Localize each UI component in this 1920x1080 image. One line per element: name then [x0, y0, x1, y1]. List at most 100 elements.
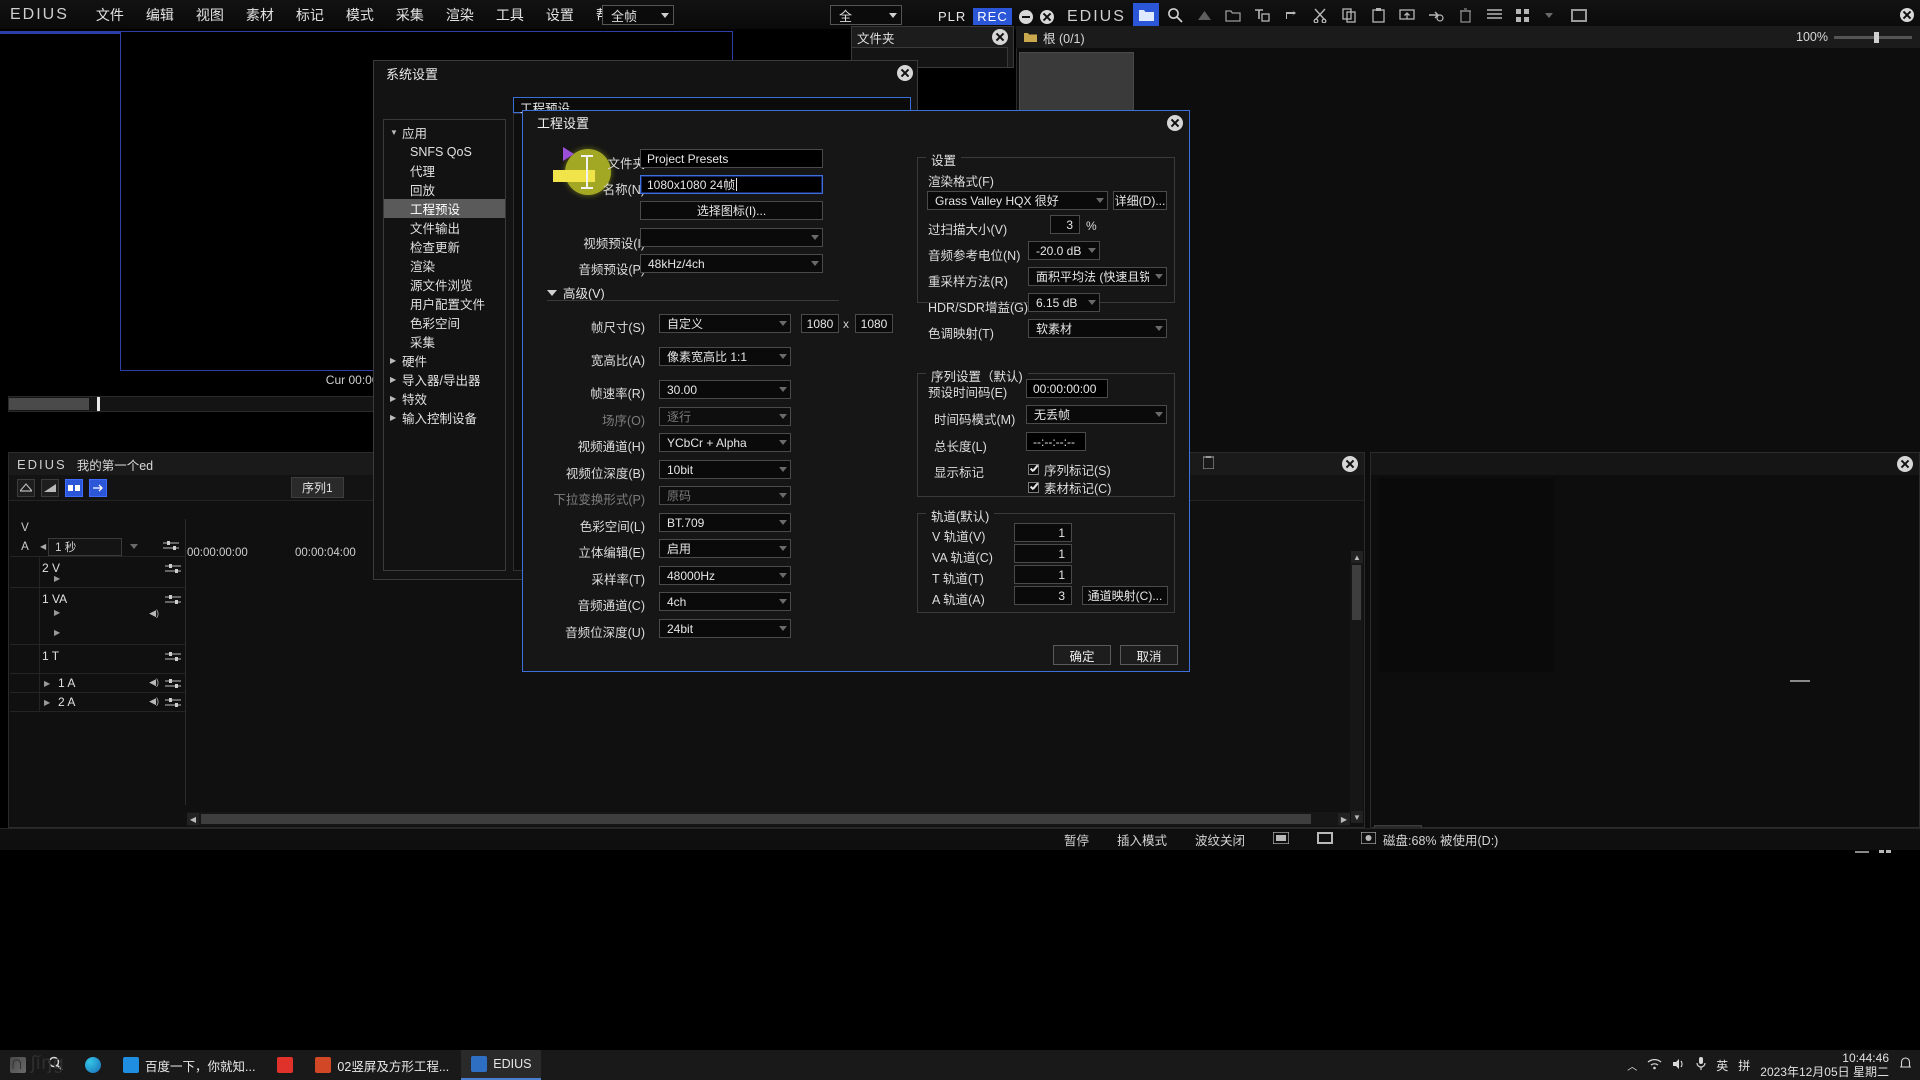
app-close-button[interactable] — [1900, 8, 1914, 22]
sequence-marker-checkbox[interactable]: 序列标记(S) — [1028, 460, 1111, 479]
channel-map-button[interactable]: 通道映射(C)... — [1082, 586, 1168, 605]
ok-button[interactable]: 确定 — [1053, 645, 1111, 665]
speaker-icon[interactable]: ◀) — [149, 677, 159, 688]
chevron-right-icon[interactable]: ▶ — [44, 679, 50, 688]
up-arrow-icon[interactable] — [1191, 3, 1217, 27]
menu-render[interactable]: 渲染 — [435, 0, 485, 30]
video-bitdepth-select[interactable]: 10bit — [659, 460, 791, 479]
tone-mapping-select[interactable]: 软素材 — [1028, 319, 1167, 338]
speaker-icon[interactable]: ◀) — [149, 696, 159, 707]
bin-thumbnail[interactable] — [1019, 52, 1134, 117]
scroll-right-arrow[interactable]: ▶ — [1338, 813, 1350, 825]
chevron-right-icon[interactable]: ▶ — [390, 413, 402, 422]
va-track-input[interactable]: 1 — [1014, 544, 1072, 563]
chevron-right-icon[interactable]: ▶ — [54, 574, 60, 583]
hdr-sdr-gain-select[interactable]: 6.15 dB — [1028, 293, 1100, 312]
chevron-right-icon[interactable]: ▶ — [390, 375, 402, 384]
grid-view-icon[interactable] — [1510, 3, 1536, 27]
a-track-input[interactable]: 3 — [1014, 586, 1072, 605]
track-row-2a[interactable]: ▶ 2 A ◀) — [10, 693, 185, 712]
bin-zoom-slider[interactable] — [1834, 31, 1912, 43]
choose-icon-button[interactable]: 选择图标(I)... — [640, 201, 823, 220]
track-row-2v[interactable]: 2 V ▶ — [10, 557, 185, 588]
tree-item-project-preset[interactable]: 工程预设 — [384, 199, 505, 218]
external-monitor-icon[interactable] — [1303, 832, 1347, 847]
resample-method-select[interactable]: 面积平均法 (快速且锐利) — [1028, 267, 1167, 286]
sample-rate-select[interactable]: 48000Hz — [659, 566, 791, 585]
export-icon[interactable] — [1394, 3, 1420, 27]
rec-label[interactable]: REC — [973, 8, 1012, 25]
aspect-ratio-select[interactable]: 像素宽高比 1:1 — [659, 347, 791, 366]
video-channel-select[interactable]: YCbCr + Alpha — [659, 433, 791, 452]
chevron-right-icon[interactable]: ▶ — [44, 698, 50, 707]
cancel-button[interactable]: 取消 — [1120, 645, 1178, 665]
scroll-left-arrow[interactable]: ◀ — [187, 813, 199, 825]
preset-timecode-input[interactable]: 00:00:00:00 — [1026, 379, 1108, 398]
menu-tools[interactable]: 工具 — [485, 0, 535, 30]
chevron-right-icon[interactable]: ▶ — [54, 628, 60, 637]
folder-icon[interactable] — [1133, 3, 1159, 27]
timeline-close-button[interactable] — [1342, 456, 1358, 472]
minimize-round-button[interactable] — [1018, 9, 1033, 24]
tree-item-hardware[interactable]: ▶ 硬件 — [384, 351, 505, 370]
ime-mode[interactable]: 拼 — [1738, 1057, 1750, 1074]
color-space-select[interactable]: BT.709 — [659, 513, 791, 532]
chevron-right-icon[interactable]: ▶ — [54, 608, 60, 617]
tree-item-effects[interactable]: ▶ 特效 — [384, 389, 505, 408]
plr-label[interactable]: PLR — [938, 9, 966, 24]
chevron-right-icon[interactable]: ▶ — [390, 356, 402, 365]
audio-reference-select[interactable]: -20.0 dB — [1028, 241, 1100, 260]
menu-marker[interactable]: 标记 — [285, 0, 335, 30]
bin-close-button[interactable] — [992, 29, 1008, 45]
mixer-icon[interactable] — [165, 593, 181, 604]
track-zoom-row[interactable]: A ◀ 1 秒 — [10, 537, 185, 557]
menu-clip[interactable]: 素材 — [235, 0, 285, 30]
scrollbar-thumb[interactable] — [1352, 565, 1361, 620]
scroll-down-arrow[interactable]: ▼ — [1351, 811, 1363, 823]
wifi-icon[interactable] — [1647, 1058, 1662, 1073]
render-format-select[interactable]: Grass Valley HQX 很好 — [927, 191, 1108, 210]
edius-task[interactable]: EDIUS — [461, 1050, 542, 1080]
timeline-horizontal-scrollbar[interactable]: ◀ ▶ — [187, 812, 1350, 826]
list-view-icon[interactable] — [1481, 3, 1507, 27]
paste-icon[interactable] — [1365, 3, 1391, 27]
track-row-1a[interactable]: ▶ 1 A ◀) — [10, 674, 185, 693]
overscan-input[interactable]: 3 — [1050, 215, 1080, 234]
t-track-input[interactable]: 1 — [1014, 565, 1072, 584]
red-app-task[interactable] — [267, 1050, 303, 1080]
scrollbar-thumb[interactable] — [201, 814, 1311, 824]
frame-height-input[interactable]: 1080 — [855, 314, 893, 333]
tree-item-playback[interactable]: 回放 — [384, 180, 505, 199]
timecode-mode-select[interactable]: 无丢帧 — [1026, 405, 1167, 424]
chevron-right-icon[interactable]: ▶ — [390, 394, 402, 403]
audio-preset-select[interactable]: 48kHz/4ch — [640, 254, 823, 273]
tree-item-render[interactable]: 渲染 — [384, 256, 505, 275]
folder-value[interactable]: Project Presets — [640, 149, 823, 168]
playhead[interactable] — [97, 397, 100, 411]
menu-edit[interactable]: 编辑 — [135, 0, 185, 30]
tree-item-user-profile[interactable]: 用户配置文件 — [384, 294, 505, 313]
timeline-vertical-scrollbar[interactable]: ▲ ▼ — [1350, 551, 1363, 823]
stereo-edit-select[interactable]: 启用 — [659, 539, 791, 558]
bin-window-icon[interactable] — [1566, 3, 1592, 27]
mixer-icon[interactable] — [165, 677, 181, 688]
ripple-toggle[interactable] — [89, 478, 107, 497]
microphone-icon[interactable] — [1696, 1057, 1706, 1073]
scrubber-range[interactable] — [9, 398, 89, 410]
checkbox-icon[interactable] — [1028, 482, 1039, 493]
audio-bitdepth-select[interactable]: 24bit — [659, 619, 791, 638]
ime-language[interactable]: 英 — [1716, 1057, 1728, 1074]
checkbox-icon[interactable] — [1028, 464, 1039, 475]
tree-item-file-export[interactable]: 文件输出 — [384, 218, 505, 237]
marker-in-icon[interactable] — [17, 478, 35, 497]
folder-open-icon[interactable] — [1220, 3, 1246, 27]
menu-file[interactable]: 文件 — [85, 0, 135, 30]
close-round-button[interactable] — [1039, 9, 1054, 24]
menu-settings[interactable]: 设置 — [535, 0, 585, 30]
dialog-close-button[interactable] — [1167, 115, 1183, 131]
menu-capture[interactable]: 采集 — [385, 0, 435, 30]
frame-mode-select[interactable]: 全帧 — [602, 5, 674, 25]
v-track-input[interactable]: 1 — [1014, 523, 1072, 542]
system-settings-close-button[interactable] — [897, 65, 913, 81]
mixer-icon[interactable] — [165, 696, 181, 707]
